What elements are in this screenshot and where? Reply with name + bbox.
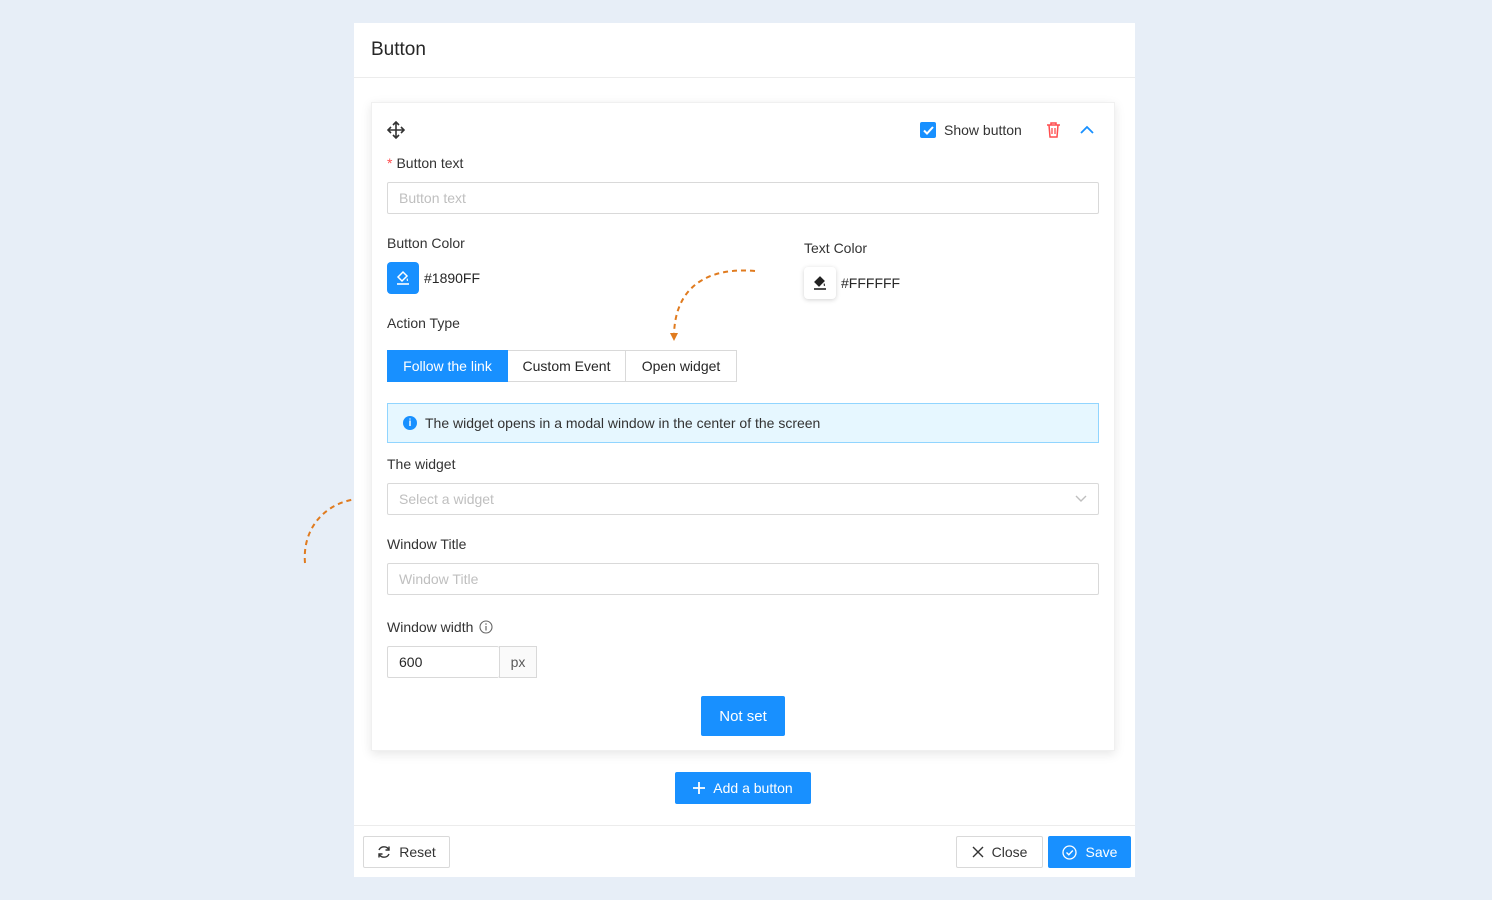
window-width-input[interactable]: 600 xyxy=(387,646,499,678)
window-width-unit: px xyxy=(499,646,537,678)
annotation-arrow-icon xyxy=(670,269,756,341)
button-color-label: Button Color xyxy=(387,235,465,251)
action-custom-event-option[interactable]: Custom Event xyxy=(508,350,626,382)
show-button-checkbox[interactable] xyxy=(920,122,936,138)
info-icon: i xyxy=(403,416,417,430)
button-color-swatch[interactable] xyxy=(387,262,419,294)
window-width-label: Window width xyxy=(387,619,493,635)
check-circle-icon xyxy=(1061,844,1077,860)
add-button-button[interactable]: Add a button xyxy=(675,772,811,804)
button-config-card: Show button * Button text Button text But… xyxy=(371,102,1115,751)
button-preview[interactable]: Not set xyxy=(701,696,785,736)
plus-icon xyxy=(693,782,706,794)
move-icon[interactable] xyxy=(387,121,405,139)
reset-button[interactable]: Reset xyxy=(363,836,450,868)
chevron-down-icon xyxy=(1075,495,1087,502)
text-color-value: #FFFFFF xyxy=(841,275,901,291)
action-open-widget-option[interactable]: Open widget xyxy=(626,350,737,382)
button-text-input[interactable]: Button text xyxy=(387,182,1099,214)
text-color-label: Text Color xyxy=(804,240,868,256)
paint-bucket-icon xyxy=(814,276,826,290)
window-width-group: 600 px xyxy=(387,646,537,678)
window-title-input[interactable]: Window Title xyxy=(387,563,1099,595)
button-settings-panel: Button Show button * Button text Button t… xyxy=(354,23,1135,877)
refresh-icon xyxy=(378,846,390,858)
footer-divider xyxy=(354,825,1135,826)
window-title-label: Window Title xyxy=(387,536,467,552)
widget-label: The widget xyxy=(387,456,456,472)
action-type-label: Action Type xyxy=(387,315,460,331)
text-color-picker[interactable]: #FFFFFF xyxy=(804,267,900,299)
save-button[interactable]: Save xyxy=(1048,836,1131,868)
action-follow-link-option[interactable]: Follow the link xyxy=(387,350,508,382)
widget-select[interactable]: Select a widget xyxy=(387,483,1099,515)
close-button[interactable]: Close xyxy=(956,836,1043,868)
info-alert: i The widget opens in a modal window in … xyxy=(387,403,1099,443)
text-color-swatch[interactable] xyxy=(804,267,836,299)
info-circle-icon[interactable] xyxy=(479,620,493,634)
close-icon xyxy=(972,846,984,858)
chevron-up-icon[interactable] xyxy=(1080,124,1094,136)
paint-bucket-icon xyxy=(396,270,409,285)
info-message: The widget opens in a modal window in th… xyxy=(425,415,821,431)
trash-icon[interactable] xyxy=(1046,122,1061,138)
button-color-picker[interactable]: #1890FF xyxy=(387,262,480,294)
show-button-toggle[interactable]: Show button xyxy=(920,122,1022,138)
action-type-segmented: Follow the link Custom Event Open widget xyxy=(387,350,737,382)
button-color-value: #1890FF xyxy=(424,270,481,286)
panel-header: Button xyxy=(354,23,1135,78)
required-marker: * xyxy=(387,155,393,171)
button-text-label: * Button text xyxy=(387,155,464,171)
panel-title: Button xyxy=(371,39,426,60)
show-button-label: Show button xyxy=(944,122,1022,138)
